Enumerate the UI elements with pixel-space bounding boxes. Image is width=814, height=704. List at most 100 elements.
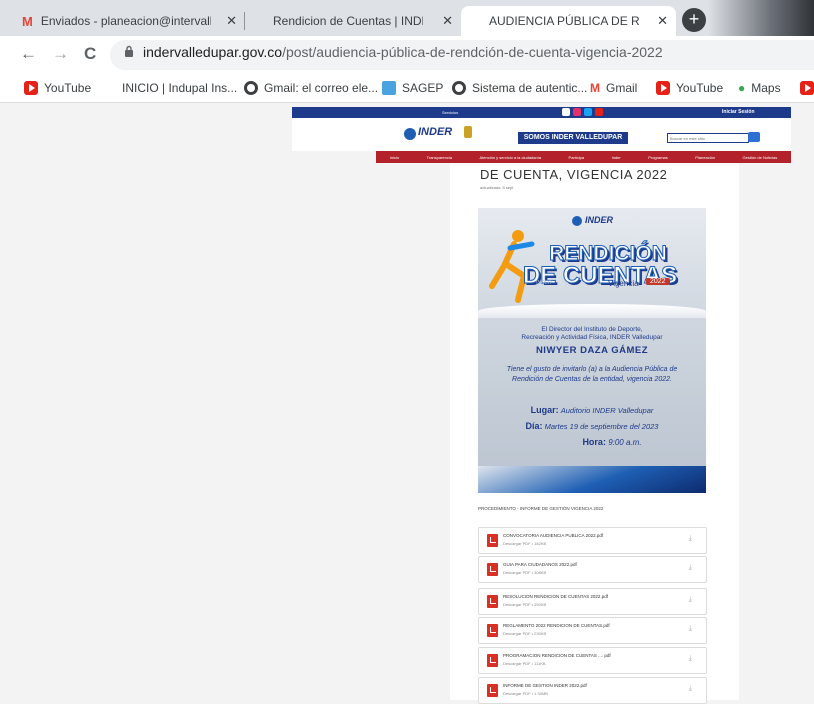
- menu-item-participa[interactable]: Participa: [569, 155, 585, 160]
- gmail-icon: M: [590, 81, 600, 95]
- instagram-icon[interactable]: [573, 108, 581, 116]
- search-button[interactable]: [748, 132, 760, 142]
- download-icon[interactable]: ⤓: [689, 535, 692, 543]
- url-host: indervalledupar.gov.co: [143, 44, 283, 60]
- tab-label: AUDIENCIA PÚBLICA DE RENDICI: [489, 14, 639, 28]
- coat-of-arms-icon: [464, 126, 472, 138]
- file-name[interactable]: INFORME DE GESTION INDER 2022.pdf: [503, 683, 587, 688]
- close-icon[interactable]: ✕: [657, 13, 668, 29]
- bookmark-gmail-web[interactable]: Gmail: el correo ele...: [244, 79, 378, 97]
- site-menu: Inicio Transparencia Atención y servicio…: [376, 151, 791, 163]
- youtube-icon: [24, 81, 38, 95]
- poster-time: Hora: 9:00 a.m.: [478, 437, 706, 447]
- poster-day: Día: Martes 19 de septiembre del 2023: [478, 421, 706, 431]
- pdf-icon: [487, 624, 498, 637]
- menu-item-noticias[interactable]: Gestión de Noticias: [743, 155, 778, 160]
- back-arrow-icon[interactable]: ←: [20, 44, 37, 64]
- section-heading: PROCEDIMIENTO - INFORME DE GESTIÓN VIGEN…: [478, 506, 604, 511]
- file-name[interactable]: CONVOCATORIA AUDIENCIA PUBLICA 2022.pdf: [503, 533, 603, 538]
- bookmark-maps[interactable]: ● Maps: [738, 79, 781, 97]
- bookmark-label: YouTube: [44, 81, 92, 95]
- file-size: Descargar PDF • 308KB: [503, 570, 547, 575]
- poster-logo: INDER: [585, 215, 614, 225]
- facebook-icon[interactable]: [562, 108, 570, 116]
- bookmark-label: SAGEP: [402, 81, 444, 95]
- download-icon[interactable]: ⤓: [689, 625, 692, 633]
- bookmark-youtube-2[interactable]: YouTube: [656, 79, 723, 97]
- file-name[interactable]: PROGRAMACION RENDICION DE CUENTAS .... p…: [503, 653, 611, 658]
- poster-year-badge: 2022: [646, 278, 670, 285]
- bookmark-indupal[interactable]: INICIO | Indupal Ins...: [122, 79, 237, 97]
- pdf-icon: [487, 595, 498, 608]
- menu-item-inder[interactable]: Inder: [612, 155, 621, 160]
- gmail-icon: M: [22, 13, 33, 29]
- pdf-icon: [487, 684, 498, 697]
- maps-pin-icon: ●: [738, 81, 746, 95]
- menu-item-planeacion[interactable]: Planeación: [695, 155, 715, 160]
- download-icon[interactable]: ⤓: [689, 655, 692, 663]
- login-link[interactable]: Iniciar Sesión: [722, 109, 755, 115]
- bookmark-gmail[interactable]: M Gmail: [590, 79, 637, 97]
- new-tab-button[interactable]: +: [682, 8, 706, 32]
- bookmark-label: Gmail: [606, 81, 638, 95]
- pdf-icon: [487, 654, 498, 667]
- download-icon[interactable]: ⤓: [689, 685, 692, 693]
- poster-place: Lugar: Auditorio INDER Valledupar: [478, 405, 706, 415]
- file-item[interactable]: RESOLUCION RENDICION DE CUENTAS 2022.pdf…: [478, 588, 707, 615]
- tab-strip-edge: [708, 0, 814, 36]
- bookmark-overflow[interactable]: [800, 79, 814, 97]
- file-name[interactable]: REGLAMENTO 2022 RENDICION DE CUENTAS.pdf: [503, 623, 610, 628]
- bookmark-sagep[interactable]: SAGEP: [382, 79, 443, 97]
- bookmark-label: Gmail: el correo ele...: [264, 81, 379, 95]
- download-icon[interactable]: ⤓: [689, 596, 692, 604]
- poster-inviter: El Director del Instituto de Deporte, Re…: [478, 326, 706, 342]
- poster-day-value: Martes 19 de septiembre del 2023: [544, 422, 659, 431]
- site-logo[interactable]: INDER: [418, 126, 452, 138]
- menu-item-transparencia[interactable]: Transparencia: [427, 155, 452, 160]
- tab-rendicion[interactable]: Rendicion de Cuentas | INDER VA ✕: [245, 6, 461, 36]
- poster-time-label: Hora:: [582, 437, 606, 447]
- file-item[interactable]: PROGRAMACION RENDICION DE CUENTAS .... p…: [478, 647, 707, 674]
- bookmark-sistema[interactable]: Sistema de autentic...: [452, 79, 587, 97]
- url-path: /post/audiencia-pública-de-rendción-de-c…: [282, 44, 663, 60]
- poster-watermark-logo: INDER: [536, 280, 552, 286]
- site-top-bar: Servicios Iniciar Sesión: [292, 107, 791, 118]
- site-search-input[interactable]: [667, 133, 749, 143]
- poster-wave: [478, 304, 706, 318]
- url-text[interactable]: indervalledupar.gov.co/post/audiencia-pú…: [143, 44, 663, 60]
- youtube-icon: [800, 81, 814, 95]
- poster-director: NIWYER DAZA GÁMEZ: [535, 345, 649, 356]
- bookmark-label: Maps: [751, 81, 781, 95]
- file-name[interactable]: GUIA PARA CIUDADANOS 2022.pdf: [503, 562, 577, 567]
- file-item[interactable]: REGLAMENTO 2022 RENDICION DE CUENTAS.pdf…: [478, 617, 707, 644]
- reload-icon[interactable]: C: [84, 44, 96, 64]
- pdf-icon: [487, 563, 498, 576]
- close-icon[interactable]: ✕: [442, 13, 453, 29]
- top-bar-small-text[interactable]: Servicios: [442, 110, 458, 115]
- globe-icon: [244, 81, 258, 95]
- poster-time-value: 9:00 a.m.: [608, 438, 642, 447]
- youtube-icon[interactable]: [595, 108, 603, 116]
- file-size: Descargar PDF • 230KB: [503, 631, 547, 636]
- twitter-icon[interactable]: [584, 108, 592, 116]
- poster-day-label: Día:: [525, 421, 543, 431]
- poster-inviter-line-1: El Director del Instituto de Deporte,: [541, 326, 643, 333]
- file-item[interactable]: CONVOCATORIA AUDIENCIA PUBLICA 2022.pdf …: [478, 527, 707, 554]
- lock-icon[interactable]: [124, 45, 134, 57]
- poster-place-value: Auditorio INDER Valledupar: [560, 406, 654, 415]
- file-item[interactable]: GUIA PARA CIUDADANOS 2022.pdf Descargar …: [478, 556, 707, 583]
- menu-item-programas[interactable]: Programas: [648, 155, 668, 160]
- bookmark-label: Sistema de autentic...: [472, 81, 588, 95]
- tab-label: Enviados - planeacion@intervall: [40, 14, 211, 28]
- tab-audiencia-active[interactable]: AUDIENCIA PÚBLICA DE RENDICI ✕: [461, 6, 676, 36]
- forward-arrow-icon[interactable]: →: [52, 44, 69, 64]
- menu-item-atencion[interactable]: Atención y servicio a la ciudadanía: [479, 155, 541, 160]
- download-icon[interactable]: ⤓: [689, 564, 692, 572]
- bookmark-youtube[interactable]: YouTube: [24, 79, 91, 97]
- tab-label: Rendicion de Cuentas | INDER VA: [273, 14, 423, 28]
- tab-gmail[interactable]: M Enviados - planeacion@intervall ✕: [0, 6, 245, 36]
- file-name[interactable]: RESOLUCION RENDICION DE CUENTAS 2022.pdf: [503, 594, 608, 599]
- file-size: Descargar PDF • 111KB: [503, 661, 546, 666]
- close-icon[interactable]: ✕: [226, 13, 237, 29]
- menu-item-inicio[interactable]: Inicio: [390, 155, 399, 160]
